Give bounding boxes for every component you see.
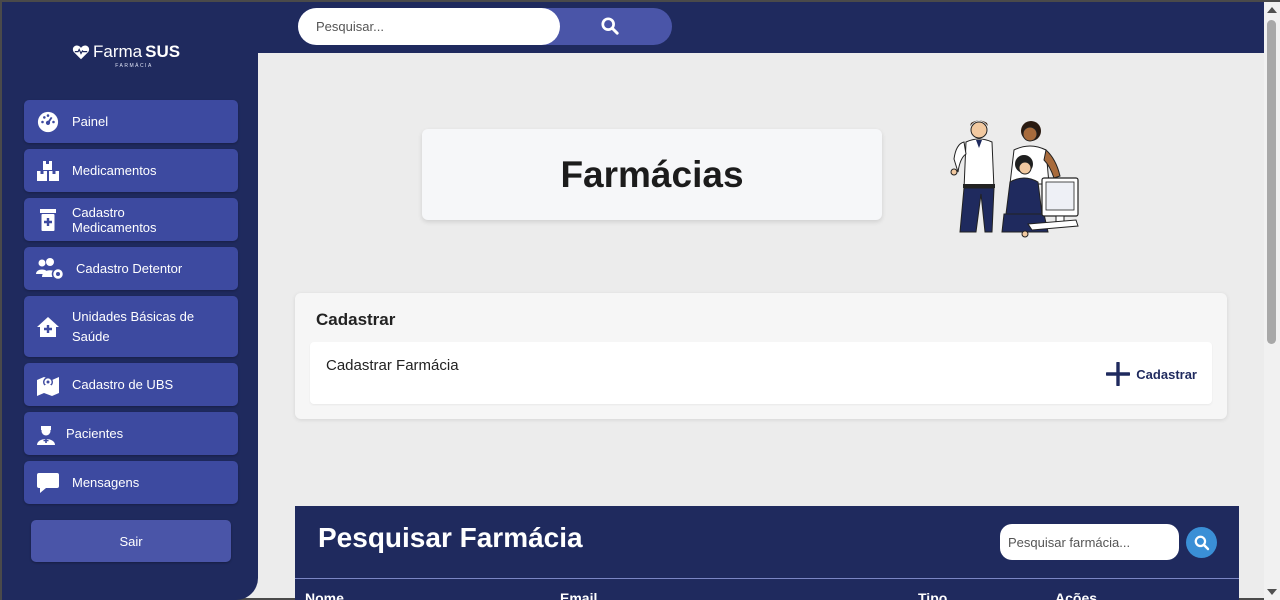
search-button[interactable] bbox=[598, 14, 622, 38]
sidebar: Farma SUS FARMÁCIA Painel Medicamentos Ca… bbox=[2, 2, 258, 600]
pharmacy-search-input[interactable] bbox=[1000, 524, 1179, 560]
sidebar-item-label: Mensagens bbox=[72, 475, 140, 490]
team-illustration bbox=[950, 120, 1079, 238]
sidebar-item-painel[interactable]: Painel bbox=[24, 100, 238, 143]
house-medical-icon bbox=[36, 315, 60, 339]
dashboard-icon bbox=[36, 110, 60, 134]
table-divider bbox=[295, 578, 1239, 579]
sidebar-item-cadastro-detentor[interactable]: Cadastro Detentor bbox=[24, 247, 238, 290]
map-location-icon bbox=[36, 373, 60, 397]
users-gear-icon bbox=[36, 257, 64, 281]
search-icon bbox=[601, 17, 619, 35]
sidebar-item-mensagens[interactable]: Mensagens bbox=[24, 461, 238, 504]
sidebar-item-pacientes[interactable]: Pacientes bbox=[24, 412, 238, 455]
app-logo[interactable]: Farma SUS FARMÁCIA bbox=[72, 42, 192, 72]
column-header-tipo[interactable]: Tipo bbox=[918, 590, 947, 600]
sidebar-item-unidades-basicas-de-saude[interactable]: Unidades Básicas de Saúde bbox=[24, 296, 238, 357]
register-row: Cadastrar Farmácia Cadastrar bbox=[310, 342, 1212, 404]
scroll-up-arrow-icon[interactable] bbox=[1267, 7, 1277, 13]
sidebar-item-cadastro-medicamentos[interactable]: Cadastro Medicamentos bbox=[24, 198, 238, 241]
page-scrollbar[interactable] bbox=[1264, 2, 1280, 600]
user-doctor-icon bbox=[36, 422, 56, 446]
scroll-down-arrow-icon[interactable] bbox=[1267, 589, 1277, 595]
page-title-card: Farmácias bbox=[422, 129, 882, 220]
sidebar-item-label: Medicamentos bbox=[72, 163, 157, 178]
prescription-bottle-icon bbox=[36, 208, 60, 232]
search-input[interactable] bbox=[298, 8, 560, 45]
pharmacy-search-button[interactable] bbox=[1186, 527, 1217, 558]
pharmacy-search-title: Pesquisar Farmácia bbox=[318, 522, 583, 553]
plus-icon bbox=[1106, 362, 1131, 386]
column-header-nome[interactable]: Nome bbox=[305, 590, 344, 600]
top-bar bbox=[258, 2, 1264, 53]
heart-pulse-icon bbox=[72, 45, 90, 60]
logo-text-light: Farma bbox=[93, 42, 143, 61]
sidebar-item-cadastro-de-ubs[interactable]: Cadastro de UBS bbox=[24, 363, 238, 406]
column-header-email[interactable]: Email bbox=[560, 590, 597, 600]
logout-button[interactable]: Sair bbox=[31, 520, 231, 562]
message-icon bbox=[36, 471, 60, 495]
search-icon bbox=[1194, 535, 1209, 550]
register-button-label: Cadastrar bbox=[1136, 366, 1197, 382]
sidebar-item-label: Pacientes bbox=[66, 426, 124, 441]
sidebar-item-label: Cadastro de UBS bbox=[72, 377, 174, 392]
page-title: Farmácias bbox=[560, 153, 744, 195]
sidebar-item-label: Unidades Básicas de Saúde bbox=[72, 308, 195, 344]
global-search bbox=[298, 8, 672, 45]
logo-subtitle: FARMÁCIA bbox=[115, 63, 153, 69]
register-panel-title: Cadastrar bbox=[316, 310, 396, 329]
sidebar-item-label: Cadastro Medicamentos bbox=[72, 204, 157, 235]
column-header-acoes[interactable]: Ações bbox=[1055, 590, 1097, 600]
sidebar-item-label: Painel bbox=[72, 114, 109, 129]
register-panel: Cadastrar Cadastrar Farmácia Cadastrar bbox=[295, 293, 1227, 419]
pharmacy-search-panel: Pesquisar Farmácia Nome Email Tipo Ações bbox=[295, 506, 1239, 600]
sidebar-item-medicamentos[interactable]: Medicamentos bbox=[24, 149, 238, 192]
boxes-icon bbox=[36, 159, 60, 183]
sidebar-item-label: Cadastro Detentor bbox=[76, 261, 183, 276]
sidebar-nav: Painel Medicamentos Cadastro Medicamento… bbox=[24, 100, 238, 510]
register-pharmacy-button[interactable]: Cadastrar bbox=[1106, 362, 1197, 386]
register-row-label: Cadastrar Farmácia bbox=[326, 357, 459, 374]
logo-text-bold: SUS bbox=[145, 42, 181, 61]
scrollbar-thumb[interactable] bbox=[1267, 20, 1276, 344]
